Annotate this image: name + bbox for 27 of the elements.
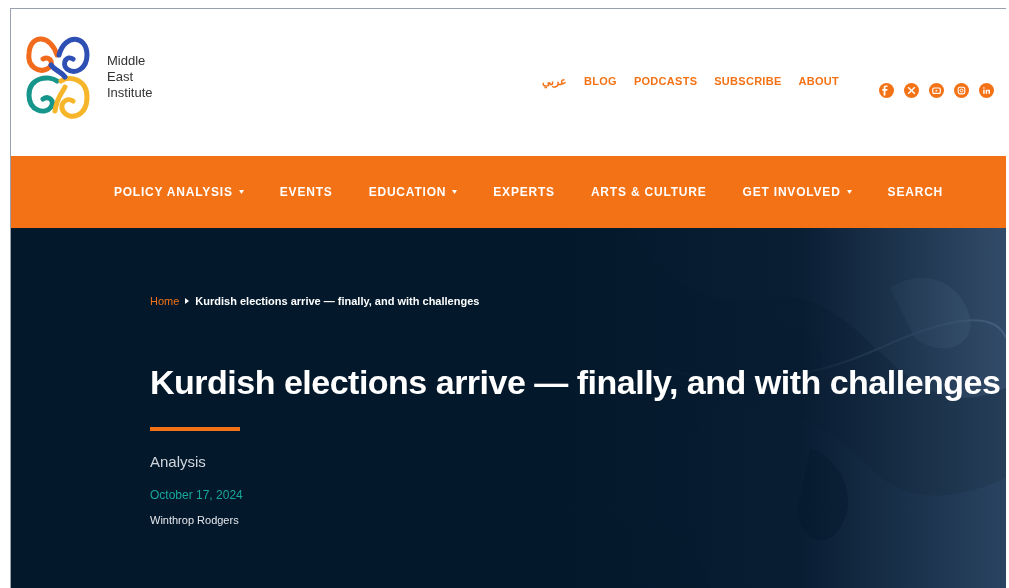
logo-text: Institute <box>107 85 153 101</box>
article-title: Kurdish elections arrive — finally, and with challenges <box>150 362 1002 403</box>
chevron-icon <box>185 298 190 304</box>
top-nav-link[interactable]: PODCASTS <box>633 73 698 90</box>
instagram-icon[interactable] <box>954 83 969 98</box>
top-nav-link[interactable]: BLOG <box>584 73 617 90</box>
breadcrumb-link[interactable]: Home <box>150 292 180 310</box>
nav-item[interactable]: EXPERTS <box>493 183 555 201</box>
nav-item[interactable]: POLICY ANALYSIS <box>113 183 244 201</box>
logo-text: East <box>107 69 134 85</box>
top-nav-link[interactable]: عربي <box>542 73 568 90</box>
nav-item[interactable]: ARTS & CULTURE <box>590 183 707 201</box>
top-nav-link[interactable]: ABOUT <box>798 73 839 90</box>
article-type: Analysis <box>150 452 207 472</box>
logo-text: Middle <box>107 53 147 69</box>
x-icon[interactable] <box>904 83 919 98</box>
youtube-icon[interactable] <box>929 83 944 98</box>
nav-item[interactable]: SEARCH <box>887 183 944 201</box>
nav-item[interactable]: EVENTS <box>279 183 333 201</box>
breadcrumb-current: Kurdish elections arrive — finally, and with challenges <box>195 293 480 309</box>
nav-item[interactable]: EDUCATION <box>368 183 458 201</box>
article-author: Winthrop Rodgers <box>150 512 240 528</box>
facebook-icon[interactable] <box>879 83 894 98</box>
top-nav-link[interactable]: SUBSCRIBE <box>714 73 782 90</box>
article-date: October 17, 2024 <box>150 486 244 504</box>
nav-item[interactable]: GET INVOLVED <box>742 183 852 201</box>
linkedin-icon[interactable] <box>979 83 994 98</box>
